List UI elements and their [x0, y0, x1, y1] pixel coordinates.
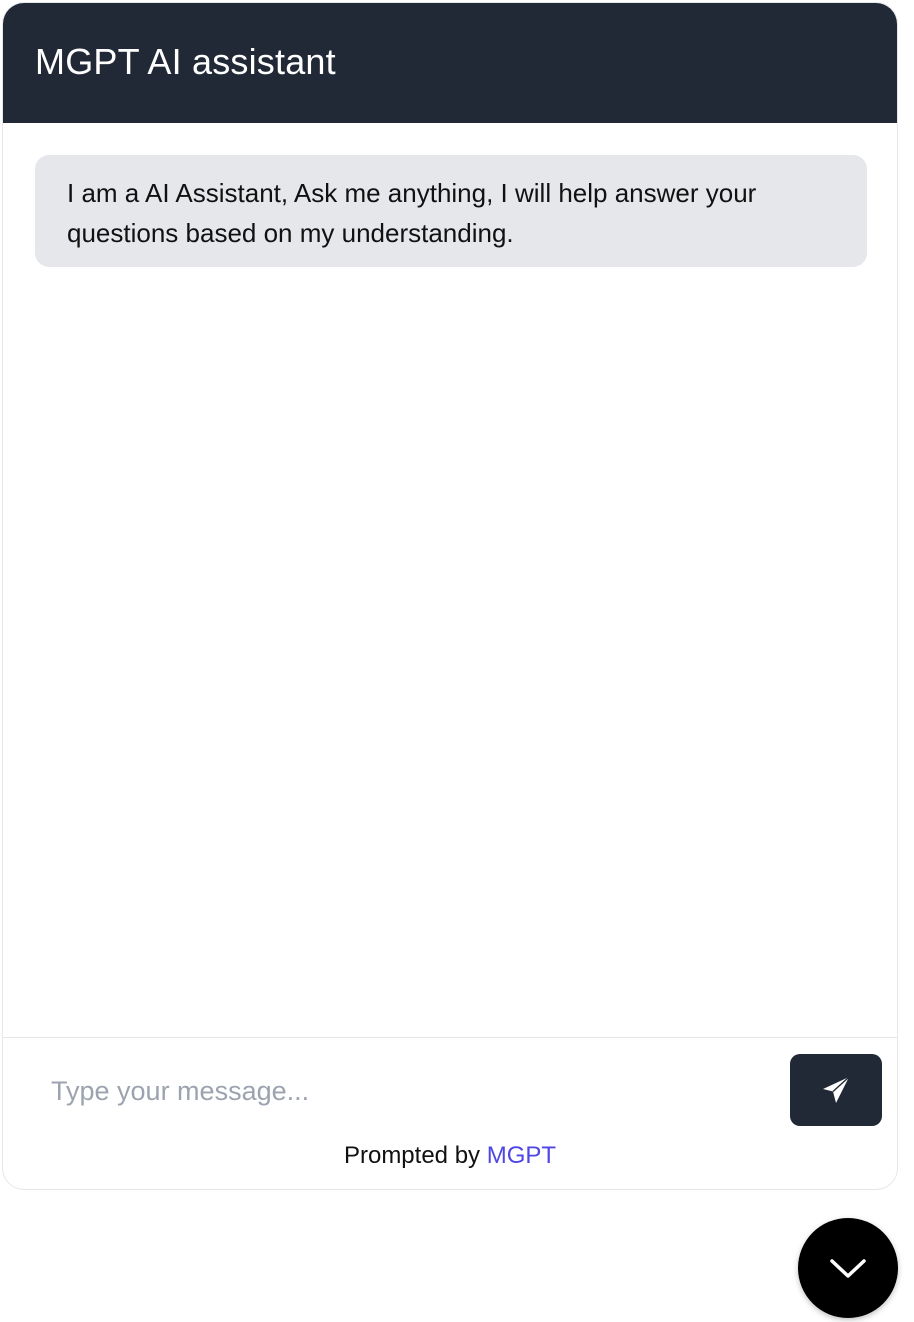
- credit-line: Prompted by MGPT: [3, 1142, 897, 1170]
- chevron-down-icon: [830, 1259, 866, 1278]
- message-list: I am a AI Assistant, Ask me anything, I …: [3, 123, 897, 1037]
- credit-prefix: Prompted by: [343, 1142, 487, 1169]
- send-button[interactable]: [790, 1054, 882, 1126]
- chat-window: MGPT AI assistant I am a AI Assistant, A…: [2, 2, 898, 1190]
- message-input[interactable]: [35, 1056, 775, 1126]
- chat-title: MGPT AI assistant: [35, 41, 336, 82]
- mgpt-link[interactable]: MGPT: [487, 1142, 556, 1169]
- collapse-chat-button[interactable]: [798, 1218, 898, 1318]
- paper-plane-icon: [823, 1076, 850, 1103]
- assistant-message-bubble: I am a AI Assistant, Ask me anything, I …: [35, 155, 867, 267]
- chat-footer: Prompted by MGPT: [3, 1037, 897, 1189]
- chat-header: MGPT AI assistant: [3, 3, 897, 123]
